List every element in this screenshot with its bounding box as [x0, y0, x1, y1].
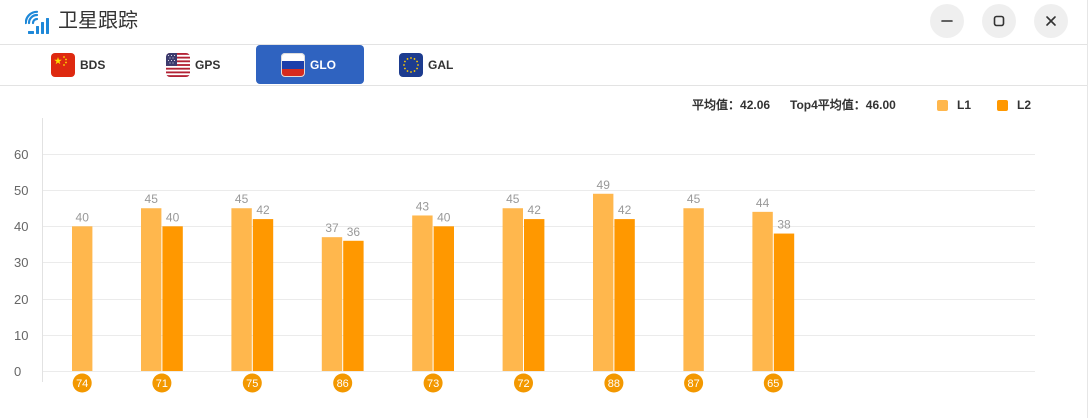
bar-value-label: 45: [687, 192, 701, 206]
title-bar: 卫星跟踪: [0, 0, 1087, 45]
tab-gal[interactable]: GAL: [374, 45, 482, 84]
bar-value-label: 45: [145, 192, 159, 206]
minimize-icon: [941, 20, 953, 22]
bar-value-label: 40: [76, 210, 90, 224]
bar-L2-75: [252, 219, 274, 371]
window-right-border: [1087, 0, 1088, 418]
bar-value-label: 42: [528, 203, 542, 217]
bar-L1-71: [141, 208, 162, 371]
bar-value-label: 44: [756, 196, 770, 210]
category-label: 87: [687, 378, 699, 390]
y-tick-label: 0: [14, 364, 21, 379]
app-title: 卫星跟踪: [58, 10, 138, 32]
bar-L2-71: [162, 226, 183, 371]
bar-L2-73: [433, 226, 454, 371]
bar-value-label: 37: [325, 221, 339, 235]
bar-L1-73: [412, 215, 433, 371]
tab-label: GPS: [195, 57, 221, 72]
close-icon: [1046, 16, 1056, 26]
category-label: 71: [156, 378, 168, 390]
category-label: 74: [76, 378, 88, 390]
category-label: 73: [427, 378, 439, 390]
bar-L2-86: [343, 240, 364, 371]
category-label: 86: [337, 378, 349, 390]
maximize-button[interactable]: [982, 4, 1016, 38]
bar-value-label: 49: [597, 178, 611, 192]
y-tick-label: 30: [14, 255, 28, 270]
bar-value-label: 42: [256, 203, 270, 217]
china-flag-icon: [51, 52, 75, 77]
bar-value-label: 45: [235, 192, 249, 206]
close-button[interactable]: [1034, 4, 1068, 38]
russia-flag-icon: [281, 52, 305, 77]
tab-label: BDS: [80, 57, 106, 72]
bar-value-label: 45: [506, 192, 520, 206]
y-tick-label: 50: [14, 183, 28, 198]
satellite-signal-icon: [25, 10, 49, 34]
bar-L1-65: [752, 211, 773, 371]
bar-value-label: 36: [347, 225, 361, 239]
bar-L1-88: [593, 193, 614, 371]
constellation-tabs: BDS GPS GLO GAL: [0, 45, 1087, 86]
category-label: 65: [767, 378, 779, 390]
bar-L2-65: [773, 233, 795, 371]
signal-bar-chart: 0 10 20 30 40 50 60 40 74 45 40 71 45 42 75 37 36 86 43 40 7…: [14, 118, 1035, 393]
tab-bds[interactable]: BDS: [26, 45, 134, 84]
bar-value-label: 42: [618, 203, 632, 217]
bar-value-label: 40: [166, 210, 180, 224]
tab-label: GLO: [310, 57, 336, 72]
bar-L1-86: [321, 237, 343, 371]
tab-label: GAL: [428, 57, 454, 72]
bar-L1-74: [72, 226, 93, 371]
bar-value-label: 43: [416, 199, 430, 213]
tab-glo[interactable]: GLO: [256, 45, 364, 84]
y-tick-label: 10: [14, 328, 28, 343]
y-tick-label: 60: [14, 147, 28, 162]
category-label: 75: [246, 378, 258, 390]
minimize-button[interactable]: [930, 4, 964, 38]
bar-L1-72: [502, 208, 523, 371]
maximize-icon: [993, 15, 1005, 27]
bar-L1-87: [683, 208, 704, 371]
eu-flag-icon: [399, 52, 423, 77]
category-label: 88: [608, 378, 620, 390]
category-label: 72: [517, 378, 529, 390]
usa-flag-icon: [166, 52, 190, 77]
y-tick-label: 20: [14, 292, 28, 307]
bar-L1-75: [231, 208, 252, 371]
tab-gps[interactable]: GPS: [141, 45, 249, 84]
y-tick-label: 40: [14, 219, 28, 234]
bar-value-label: 40: [437, 210, 451, 224]
bar-L2-88: [614, 219, 635, 371]
bar-L2-72: [524, 219, 545, 371]
bar-value-label: 38: [777, 218, 791, 232]
